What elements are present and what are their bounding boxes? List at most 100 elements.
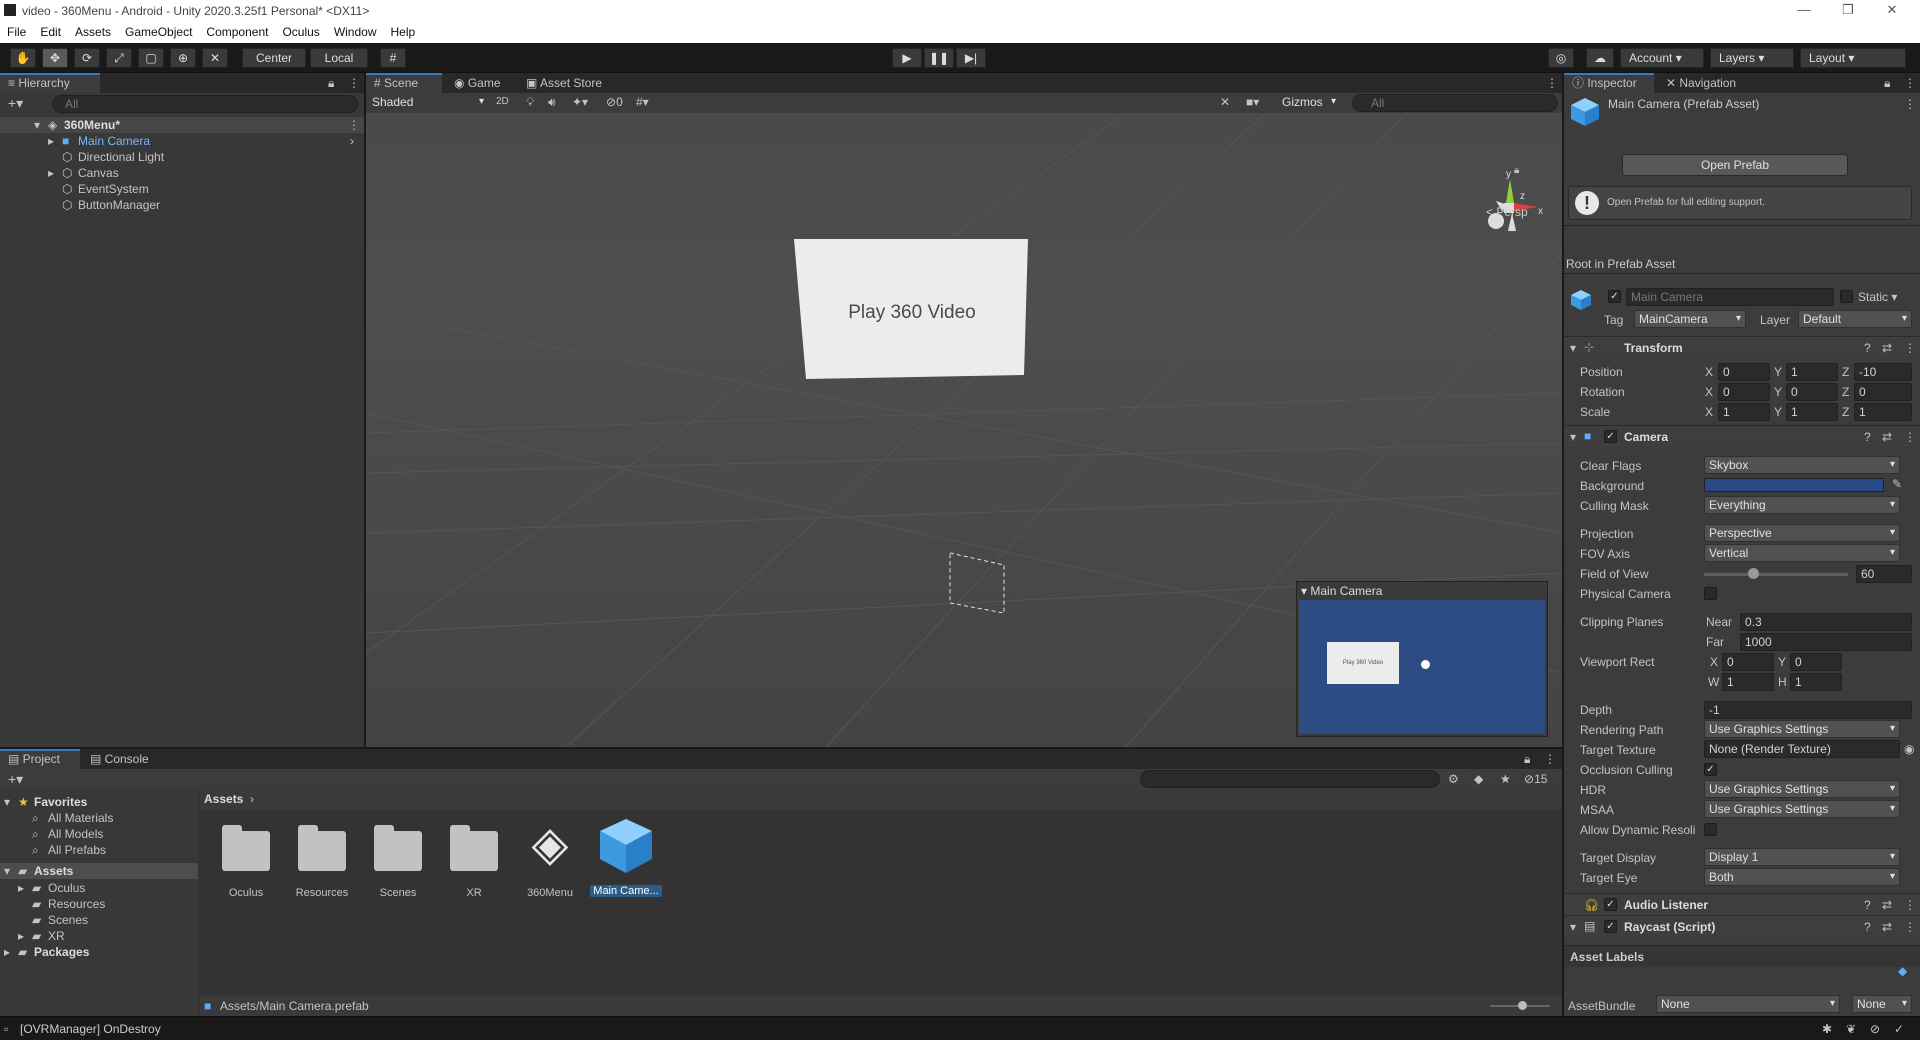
hierarchy-item[interactable]: ⬡ ButtonManager <box>0 197 364 213</box>
culling-mask-dropdown[interactable]: Everything <box>1704 496 1900 514</box>
menu-file[interactable]: File <box>0 22 33 43</box>
msaa-dropdown[interactable]: Use Graphics Settings <box>1704 800 1900 818</box>
layer-dropdown[interactable]: Default <box>1798 310 1912 328</box>
folder-icon[interactable] <box>374 825 422 871</box>
effects-icon[interactable]: ✦▾ <box>572 95 588 109</box>
tag-dropdown[interactable]: MainCamera <box>1634 310 1746 328</box>
projection-dropdown[interactable]: Perspective <box>1704 524 1900 542</box>
move-tool-icon[interactable]: ✥ <box>42 48 68 68</box>
fov-axis-dropdown[interactable]: Vertical <box>1704 544 1900 562</box>
persp-label[interactable]: < Persp <box>1486 205 1528 219</box>
maximize-button[interactable]: ❐ <box>1834 2 1862 18</box>
raycast-header[interactable]: ▾ ▤ ✓ Raycast (Script) ? ⇄ ⋮ <box>1564 915 1920 937</box>
kebab-menu-icon[interactable]: ⋮ <box>348 76 360 90</box>
target-eye-dropdown[interactable]: Both <box>1704 868 1900 886</box>
menu-help[interactable]: Help <box>384 22 423 43</box>
rotate-tool-icon[interactable]: ⟳ <box>74 48 100 68</box>
occlusion-culling-checkbox[interactable]: ✓ <box>1704 763 1717 776</box>
rotation-z-input[interactable]: 0 <box>1854 383 1912 401</box>
filter-label-icon[interactable]: ◆ <box>1474 772 1483 786</box>
fov-input[interactable]: 60 <box>1856 565 1912 583</box>
rect-tool-icon[interactable]: ▢ <box>138 48 164 68</box>
expand-arrow-icon[interactable]: ▾ <box>4 795 10 809</box>
expand-arrow-icon[interactable]: ▸ <box>18 929 24 943</box>
depth-input[interactable]: -1 <box>1704 701 1912 719</box>
grid-snap-icon[interactable]: # <box>380 48 406 68</box>
folder-icon[interactable] <box>450 825 498 871</box>
close-button[interactable]: ✕ <box>1878 2 1906 18</box>
menu-oculus[interactable]: Oculus <box>275 22 326 43</box>
grid-icon[interactable]: #▾ <box>636 95 649 109</box>
camera-header[interactable]: ▾ ■ ✓ Camera ? ⇄ ⋮ <box>1564 425 1920 447</box>
packages-label[interactable]: Packages <box>34 945 89 959</box>
rotation-y-input[interactable]: 0 <box>1786 383 1838 401</box>
hierarchy-item[interactable]: ⬡ EventSystem <box>0 181 364 197</box>
lock-icon[interactable]: 🔒︎ <box>1524 752 1530 767</box>
position-y-input[interactable]: 1 <box>1786 363 1838 381</box>
create-button[interactable]: +▾ <box>8 771 23 788</box>
minimize-button[interactable]: — <box>1790 2 1818 17</box>
tab-scene[interactable]: # Scene <box>366 73 442 93</box>
breadcrumb-assets[interactable]: Assets <box>204 792 243 806</box>
leaf-icon[interactable]: ❦ <box>1846 1022 1856 1036</box>
collab-icon[interactable]: ◎ <box>1548 48 1574 68</box>
folder-item[interactable]: Oculus <box>48 881 85 895</box>
viewport-y-input[interactable]: 0 <box>1790 653 1842 671</box>
create-button[interactable]: +▾ <box>8 95 23 112</box>
clear-flags-dropdown[interactable]: Skybox <box>1704 456 1900 474</box>
rendering-path-dropdown[interactable]: Use Graphics Settings <box>1704 720 1900 738</box>
collapse-arrow-icon[interactable]: ▾ <box>1570 430 1576 444</box>
menu-gameobject[interactable]: GameObject <box>118 22 199 43</box>
scale-y-input[interactable]: 1 <box>1786 403 1838 421</box>
tab-asset-store[interactable]: ▣ Asset Store <box>518 73 610 93</box>
pivot-center-button[interactable]: Center <box>242 48 306 68</box>
hierarchy-search-input[interactable]: All <box>52 95 358 113</box>
hand-tool-icon[interactable]: ✋ <box>10 48 36 68</box>
gizmo-lock-icon[interactable]: 🔒︎ <box>1514 165 1519 176</box>
prefab-cube-icon[interactable] <box>598 817 654 875</box>
camera-icon[interactable]: ■▾ <box>1246 95 1259 109</box>
no-signal-icon[interactable]: ⊘ <box>1870 1022 1880 1036</box>
folder-icon[interactable] <box>222 825 270 871</box>
audio-icon[interactable]: 🔊︎ <box>548 95 556 110</box>
shading-dropdown[interactable]: Shaded <box>368 94 488 112</box>
static-dropdown[interactable]: Static ▾ <box>1858 290 1897 304</box>
rotation-x-input[interactable]: 0 <box>1718 383 1770 401</box>
folder-icon[interactable] <box>298 825 346 871</box>
bug-icon[interactable]: ✱ <box>1822 1022 1832 1036</box>
menu-assets[interactable]: Assets <box>68 22 118 43</box>
tab-inspector[interactable]: ⓘ Inspector <box>1564 73 1654 93</box>
viewport-x-input[interactable]: 0 <box>1722 653 1774 671</box>
scale-x-input[interactable]: 1 <box>1718 403 1770 421</box>
hierarchy-item[interactable]: ▸ ■ Main Camera › <box>0 133 364 149</box>
position-x-input[interactable]: 0 <box>1718 363 1770 381</box>
preset-icon[interactable]: ⇄ <box>1882 898 1892 912</box>
gizmos-dropdown[interactable]: Gizmos <box>1278 94 1340 112</box>
tools-icon[interactable]: ✕ <box>1220 95 1230 109</box>
target-texture-field[interactable]: None (Render Texture) <box>1704 740 1900 758</box>
fov-slider-thumb[interactable] <box>1748 568 1759 579</box>
favorite-star-icon[interactable]: ★ <box>1500 772 1511 786</box>
menu-component[interactable]: Component <box>199 22 275 43</box>
near-input[interactable]: 0.3 <box>1740 613 1912 631</box>
scene-row[interactable]: ▾ ◈ 360Menu* ⋮ <box>0 117 364 133</box>
open-prefab-button[interactable]: Open Prefab <box>1622 154 1848 176</box>
expand-arrow-icon[interactable]: ▸ <box>4 945 10 959</box>
kebab-menu-icon[interactable]: ⋮ <box>1546 76 1558 90</box>
scene-menu-icon[interactable]: ⋮ <box>348 118 360 132</box>
expand-arrow-icon[interactable]: ▾ <box>34 118 40 132</box>
far-input[interactable]: 1000 <box>1740 633 1912 651</box>
step-button[interactable]: ▶| <box>956 48 986 68</box>
viewport-w-input[interactable]: 1 <box>1722 673 1774 691</box>
kebab-menu-icon[interactable]: ⋮ <box>1544 752 1556 766</box>
help-icon[interactable]: ? <box>1864 341 1871 355</box>
collapse-arrow-icon[interactable]: ▾ <box>1570 920 1576 934</box>
prefab-cube-icon[interactable] <box>1570 289 1592 311</box>
cloud-icon[interactable]: ☁ <box>1586 48 1614 68</box>
preset-icon[interactable]: ⇄ <box>1882 341 1892 355</box>
hidden-packages-icon[interactable]: ⊘15 <box>1524 772 1547 786</box>
help-icon[interactable]: ? <box>1864 898 1871 912</box>
viewport-h-input[interactable]: 1 <box>1790 673 1842 691</box>
lock-icon[interactable]: 🔒︎ <box>1884 76 1890 91</box>
lock-icon[interactable]: 🔒︎ <box>328 76 334 91</box>
